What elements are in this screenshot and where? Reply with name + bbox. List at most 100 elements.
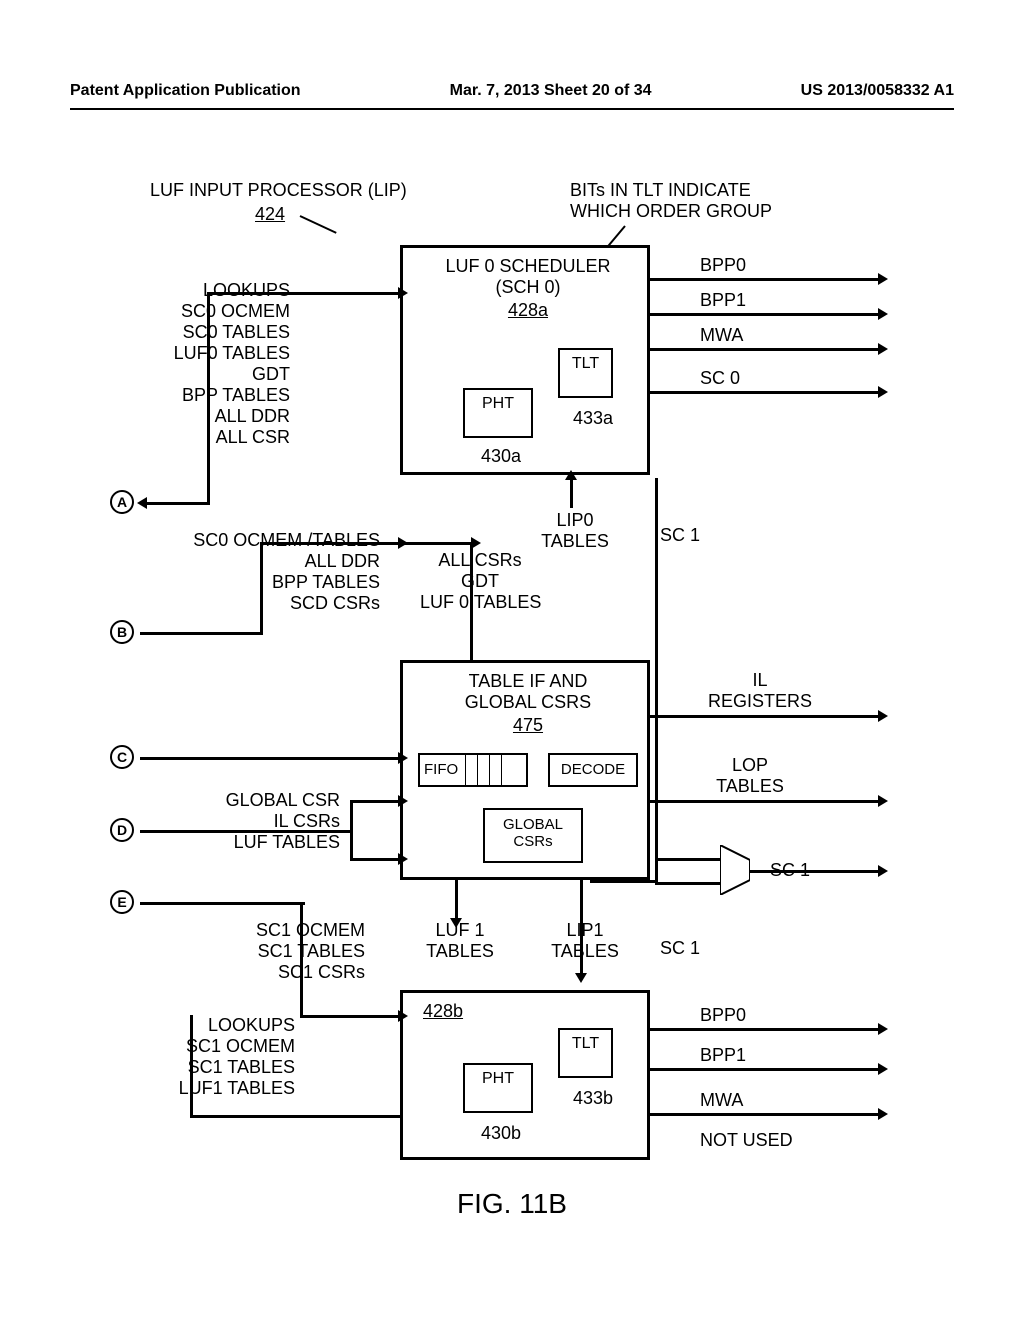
marker-d: D — [110, 818, 134, 842]
busline-b-v — [260, 542, 263, 635]
lip-ref: 424 — [255, 204, 285, 225]
tlt-label-b: TLT — [572, 1035, 599, 1052]
globalcsr-box: GLOBAL CSRs — [483, 808, 583, 863]
diagram-figure: LUF INPUT PROCESSOR (LIP) 424 BITs IN TL… — [0, 160, 1024, 1160]
busline-b-hmid — [380, 542, 473, 545]
il-registers: IL REGISTERS — [700, 670, 820, 712]
busline-e-h — [140, 902, 305, 905]
lip0-tables: LIP0 TABLES — [535, 510, 615, 552]
sch0-title: LUF 0 SCHEDULER (SCH 0) — [403, 256, 653, 298]
decode-box: DECODE — [548, 753, 638, 787]
header-left: Patent Application Publication — [70, 82, 301, 100]
arrow-mwa-b — [650, 1113, 880, 1116]
busline-b-h — [140, 632, 263, 635]
out-bpp1-b: BPP1 — [700, 1045, 746, 1066]
marker-c: C — [110, 745, 134, 769]
arrow-lip1t — [580, 880, 583, 975]
busline-d-h — [140, 830, 353, 833]
out-bpp1-a: BPP1 — [700, 290, 746, 311]
marker-a: A — [110, 490, 134, 514]
lip1-tables: LIP1 TABLES — [545, 920, 625, 962]
busline-f-h — [190, 1115, 400, 1118]
busline-a-v — [207, 292, 210, 505]
ref-430a: 430a — [481, 446, 521, 467]
tableif-block: TABLE IF AND GLOBAL CSRS 475 FIFO DECODE… — [400, 660, 650, 880]
pht-label-b: PHT — [482, 1070, 514, 1087]
list-d: GLOBAL CSR IL CSRs LUF TABLES — [160, 790, 340, 853]
busline-d-v — [350, 800, 353, 860]
lip-title: LUF INPUT PROCESSOR (LIP) — [150, 180, 407, 201]
mux-feed-v — [655, 813, 658, 885]
pht-box-b: PHT — [463, 1063, 533, 1113]
marker-b-letter: B — [110, 620, 134, 644]
arrow-sc0-a — [650, 391, 880, 394]
list-e: SC1 OCMEM SC1 TABLES SC1 CSRs — [185, 920, 365, 983]
mux-in1 — [655, 858, 720, 861]
sch0-ref: 428a — [403, 300, 653, 321]
out-mwa-b: MWA — [700, 1090, 743, 1111]
tlt-note: BITs IN TLT INDICATE WHICH ORDER GROUP — [570, 180, 772, 222]
tlt-box-a: TLT — [558, 348, 613, 398]
sc1-vline — [655, 478, 658, 813]
header-center: Mar. 7, 2013 Sheet 20 of 34 — [450, 82, 652, 100]
arrow-bpp0-a — [650, 278, 880, 281]
ref-433b: 433b — [573, 1088, 613, 1109]
arrow-lop — [650, 800, 880, 803]
mux-in2 — [655, 882, 720, 885]
tif-title: TABLE IF AND GLOBAL CSRS — [403, 671, 653, 713]
busline-f-v — [190, 1015, 193, 1118]
header-right: US 2013/0058332 A1 — [801, 82, 954, 100]
out-bpp0-a: BPP0 — [700, 255, 746, 276]
list-a: LOOKUPS SC0 OCMEM SC0 TABLES LUF0 TABLES… — [120, 280, 290, 448]
arrow-mwa-a — [650, 348, 880, 351]
out-mwa-a: MWA — [700, 325, 743, 346]
mid-b-labels: ALL CSRs GDT LUF 0 TABLES — [420, 550, 540, 613]
out-sc0-a: SC 0 — [700, 368, 740, 389]
arrow-luf1t — [455, 880, 458, 920]
busline-e-v — [300, 902, 303, 1018]
fifo-label: FIFO — [424, 761, 458, 778]
marker-e: E — [110, 890, 134, 914]
marker-e-letter: E — [110, 890, 134, 914]
arrow-bpp1-b — [650, 1068, 880, 1071]
tif-ref: 475 — [403, 715, 653, 736]
ref-433a: 433a — [573, 408, 613, 429]
lop-tables: LOP TABLES — [700, 755, 800, 797]
sch1-ref: 428b — [423, 1001, 463, 1022]
busline-mid-v — [470, 542, 473, 660]
arrow-ilreg — [650, 715, 880, 718]
sc1-label-top: SC 1 — [660, 525, 700, 546]
marker-c-letter: C — [110, 745, 134, 769]
pht-label-a: PHT — [482, 395, 514, 412]
busline-b-to-sch0 — [260, 542, 400, 545]
header-divider — [70, 108, 954, 110]
globalcsr-label: GLOBAL CSRs — [503, 816, 563, 850]
sch0-block: LUF 0 SCHEDULER (SCH 0) 428a TLT PHT 433… — [400, 245, 650, 475]
tlt-box-b: TLT — [558, 1028, 613, 1078]
busline-e-to-sch1 — [300, 1015, 400, 1018]
arrow-lip0 — [570, 478, 573, 508]
mux-feed-h — [590, 880, 655, 883]
arrow-sc1-mux — [750, 870, 880, 873]
out-bpp0-b: BPP0 — [700, 1005, 746, 1026]
busline-a-h — [207, 292, 400, 295]
arrow-bpp1-a — [650, 313, 880, 316]
tlt-label-a: TLT — [572, 355, 599, 372]
out-notused-b: NOT USED — [700, 1130, 793, 1151]
sc1-label-bot: SC 1 — [660, 938, 700, 959]
arrow-bpp0-b — [650, 1028, 880, 1031]
arrowline-c — [140, 757, 400, 760]
marker-b: B — [110, 620, 134, 644]
fifo-box: FIFO — [418, 753, 528, 787]
arrowline-a — [145, 502, 210, 505]
ref-430b: 430b — [481, 1123, 521, 1144]
marker-a-letter: A — [110, 490, 134, 514]
busline-d-in2 — [350, 858, 400, 861]
busline-d-in1 — [350, 800, 400, 803]
pht-box-a: PHT — [463, 388, 533, 438]
marker-d-letter: D — [110, 818, 134, 842]
leader-line-424 — [300, 215, 337, 234]
figure-caption: FIG. 11B — [0, 1188, 1024, 1220]
sch1-block: 428b TLT PHT 433b 430b — [400, 990, 650, 1160]
list-f: LOOKUPS SC1 OCMEM SC1 TABLES LUF1 TABLES — [105, 1015, 295, 1099]
